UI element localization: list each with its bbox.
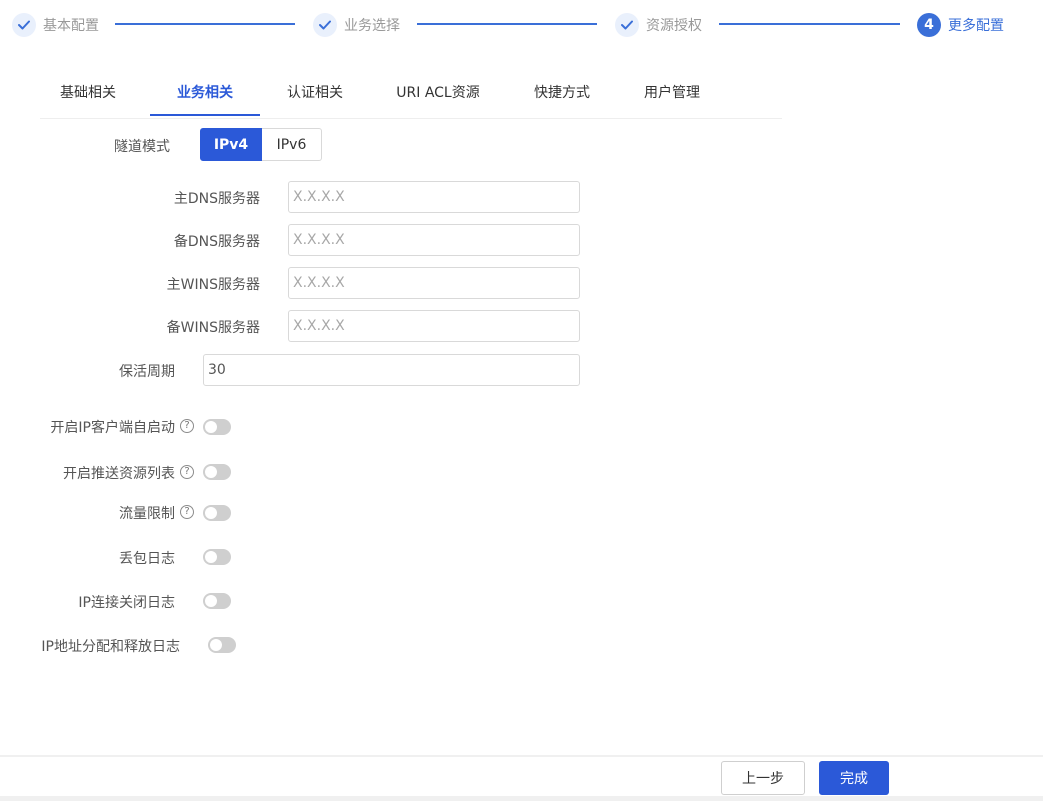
ip-close-log-toggle[interactable] <box>203 593 231 609</box>
step-business-select: 业务选择 <box>313 12 400 38</box>
traffic-limit-toggle[interactable] <box>203 505 231 521</box>
primary-dns-label: 主DNS服务器 <box>173 191 260 207</box>
ip-close-log-label: IP连接关闭日志 <box>78 595 175 611</box>
step-connector <box>719 23 900 25</box>
auto-start-label: 开启IP客户端自启动 <box>50 420 175 436</box>
secondary-wins-label: 备WINS服务器 <box>166 320 260 336</box>
tab-business[interactable]: 业务相关 <box>150 72 260 116</box>
keepalive-input[interactable] <box>203 354 580 386</box>
step-connector <box>417 23 597 25</box>
help-icon[interactable]: ? <box>180 465 194 479</box>
tab-user-mgmt[interactable]: 用户管理 <box>638 72 706 116</box>
check-icon <box>615 13 639 37</box>
step-more-config: 4 更多配置 <box>917 12 1004 38</box>
tunnel-mode-segmented: IPv4 IPv6 <box>200 128 322 161</box>
config-tabs: 基础相关 业务相关 认证相关 URI ACL资源 快捷方式 用户管理 <box>40 72 782 119</box>
secondary-dns-input[interactable] <box>288 224 580 256</box>
previous-button[interactable]: 上一步 <box>721 761 805 795</box>
step-basic-config: 基本配置 <box>12 12 99 38</box>
step-number: 4 <box>917 13 941 37</box>
ipv6-option[interactable]: IPv6 <box>262 128 322 161</box>
push-resource-toggle[interactable] <box>203 464 231 480</box>
tab-shortcut[interactable]: 快捷方式 <box>528 72 596 116</box>
finish-button[interactable]: 完成 <box>819 761 889 795</box>
tab-basic[interactable]: 基础相关 <box>54 72 122 116</box>
help-icon[interactable]: ? <box>180 505 194 519</box>
auto-start-toggle[interactable] <box>203 419 231 435</box>
step-label: 基本配置 <box>43 18 99 34</box>
keepalive-label: 保活周期 <box>119 364 175 380</box>
packet-loss-log-toggle[interactable] <box>203 549 231 565</box>
traffic-limit-label: 流量限制 <box>119 506 175 522</box>
tab-auth[interactable]: 认证相关 <box>280 72 350 116</box>
ip-alloc-log-label: IP地址分配和释放日志 <box>41 639 180 655</box>
packet-loss-log-label: 丢包日志 <box>119 551 175 567</box>
steps-bar: 基本配置 业务选择 资源授权 4 更多配置 <box>12 12 1032 38</box>
tab-uri-acl[interactable]: URI ACL资源 <box>390 72 486 116</box>
check-icon <box>313 13 337 37</box>
step-label: 更多配置 <box>948 18 1004 34</box>
ip-alloc-log-toggle[interactable] <box>208 637 236 653</box>
step-connector <box>115 23 295 25</box>
primary-wins-input[interactable] <box>288 267 580 299</box>
push-resource-label: 开启推送资源列表 <box>63 466 175 482</box>
ipv4-option[interactable]: IPv4 <box>200 128 262 161</box>
step-label: 资源授权 <box>646 18 702 34</box>
primary-wins-label: 主WINS服务器 <box>166 277 260 293</box>
primary-dns-input[interactable] <box>288 181 580 213</box>
footer-bottom-bar <box>0 796 1043 801</box>
tunnel-mode-label: 隧道模式 <box>114 139 170 155</box>
step-label: 业务选择 <box>344 18 400 34</box>
help-icon[interactable]: ? <box>180 419 194 433</box>
check-icon <box>12 13 36 37</box>
secondary-dns-label: 备DNS服务器 <box>173 234 260 250</box>
secondary-wins-input[interactable] <box>288 310 580 342</box>
footer-divider <box>0 755 1043 757</box>
step-resource-auth: 资源授权 <box>615 12 702 38</box>
